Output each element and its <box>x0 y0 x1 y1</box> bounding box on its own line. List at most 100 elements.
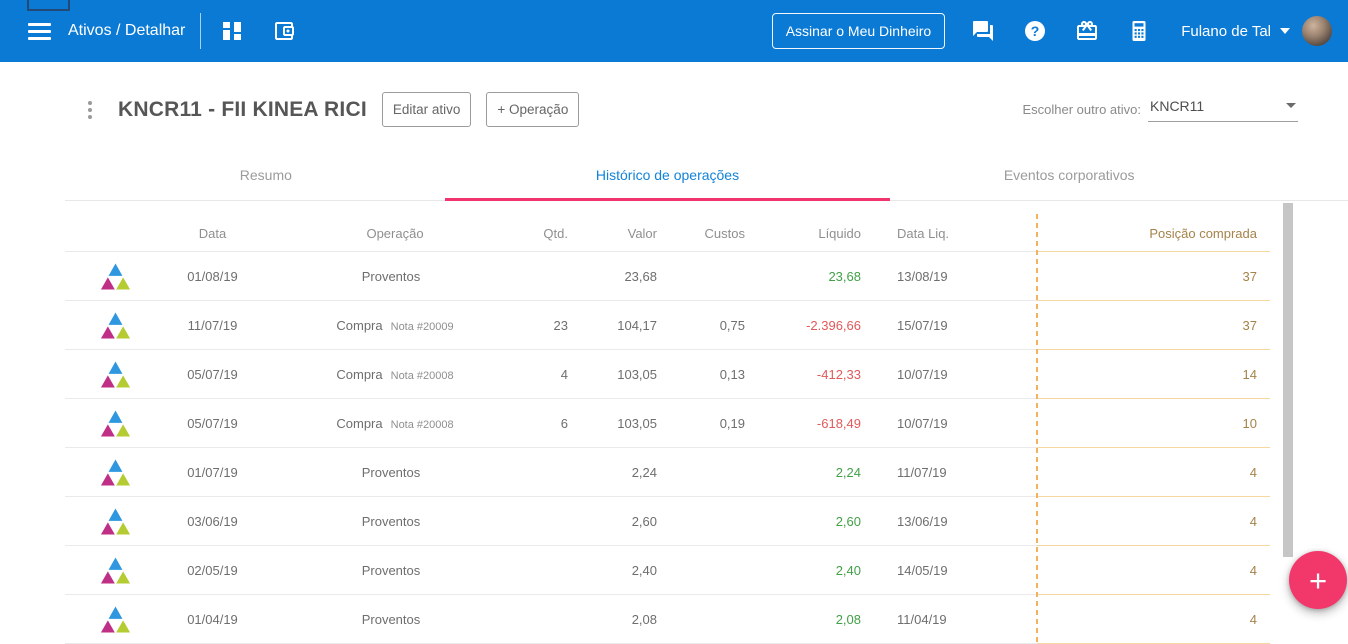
table-row[interactable]: 02/05/19Proventos2,402,4014/05/194 <box>65 546 1270 595</box>
user-menu[interactable]: Fulano de Tal <box>1181 23 1290 40</box>
kebab-menu-icon[interactable] <box>86 99 94 121</box>
cell-operation: Proventos <box>265 612 525 627</box>
main-content: KNCR11 - FII KINEA RICI Editar ativo + O… <box>0 92 1348 644</box>
choose-asset: Escolher outro ativo: KNCR11 <box>1022 98 1298 122</box>
cell-value: 104,17 <box>578 318 667 333</box>
tab-resumo[interactable]: Resumo <box>65 153 467 200</box>
asset-icon <box>65 508 160 535</box>
cell-settle-date: 13/06/19 <box>871 514 1037 529</box>
cell-net: -2.396,66 <box>755 318 871 333</box>
cell-net: 2,24 <box>755 465 871 480</box>
table-row[interactable]: 03/06/19Proventos2,602,6013/06/194 <box>65 497 1270 546</box>
cell-date: 05/07/19 <box>160 367 265 382</box>
cell-date: 02/05/19 <box>160 563 265 578</box>
cell-costs: 0,75 <box>667 318 755 333</box>
edit-asset-button[interactable]: Editar ativo <box>382 92 472 127</box>
topbar: Ativos / Detalhar Assinar o Meu Dinheiro… <box>0 0 1348 62</box>
operations-table: Data Operação Qtd. Valor Custos Líquido … <box>65 214 1270 644</box>
cell-settle-date: 14/05/19 <box>871 563 1037 578</box>
tab-eventos-corporativos[interactable]: Eventos corporativos <box>868 153 1270 200</box>
cell-operation: Proventos <box>265 269 525 284</box>
table-header: Data Operação Qtd. Valor Custos Líquido … <box>65 214 1270 252</box>
cell-qty: 6 <box>525 416 578 431</box>
gift-icon[interactable] <box>1075 19 1099 43</box>
cell-operation: CompraNota #20009 <box>265 318 525 333</box>
cell-net: -412,33 <box>755 367 871 382</box>
cell-position: 4 <box>1037 514 1270 529</box>
cell-position: 37 <box>1037 318 1270 333</box>
cell-settle-date: 13/08/19 <box>871 269 1037 284</box>
active-tab-indicator <box>445 198 891 201</box>
position-column-divider <box>1036 214 1038 644</box>
cell-operation: CompraNota #20008 <box>265 416 525 431</box>
cell-net: 2,40 <box>755 563 871 578</box>
header-qty: Qtd. <box>525 226 578 241</box>
select-caret-icon <box>1286 103 1296 108</box>
cell-operation-note: Nota #20008 <box>391 419 454 431</box>
header-date: Data <box>160 226 265 241</box>
cell-value: 103,05 <box>578 416 667 431</box>
menu-icon[interactable] <box>28 23 51 40</box>
table-row[interactable]: 05/07/19CompraNota #200084103,050,13-412… <box>65 350 1270 399</box>
tab-bar: Resumo Histórico de operações Eventos co… <box>65 153 1348 201</box>
table-row[interactable]: 01/07/19Proventos2,242,2411/07/194 <box>65 448 1270 497</box>
tab-historico-de-operacoes[interactable]: Histórico de operações <box>467 153 869 200</box>
asset-icon <box>65 557 160 584</box>
cell-costs: 0,13 <box>667 367 755 382</box>
header-position: Posição comprada <box>1037 226 1270 241</box>
cell-net: 2,08 <box>755 612 871 627</box>
asset-icon <box>65 312 160 339</box>
choose-asset-label: Escolher outro ativo: <box>1022 102 1141 117</box>
help-icon[interactable]: ? <box>1023 19 1047 43</box>
table-row[interactable]: 01/08/19Proventos23,6823,6813/08/1937 <box>65 252 1270 301</box>
cell-settle-date: 10/07/19 <box>871 416 1037 431</box>
cell-date: 03/06/19 <box>160 514 265 529</box>
asset-select-value: KNCR11 <box>1150 98 1204 114</box>
page-title: KNCR11 - FII KINEA RICI <box>118 98 367 122</box>
cell-operation: CompraNota #20008 <box>265 367 525 382</box>
asset-icon <box>65 459 160 486</box>
calculator-icon[interactable] <box>1127 19 1151 43</box>
wallet-icon[interactable] <box>272 19 296 43</box>
cell-date: 01/07/19 <box>160 465 265 480</box>
header-value: Valor <box>578 226 667 241</box>
cell-value: 2,08 <box>578 612 667 627</box>
table-row[interactable]: 11/07/19CompraNota #2000923104,170,75-2.… <box>65 301 1270 350</box>
avatar[interactable] <box>1302 16 1332 46</box>
cell-position: 4 <box>1037 612 1270 627</box>
cell-qty: 23 <box>525 318 578 333</box>
cell-position: 10 <box>1037 416 1270 431</box>
add-operation-button[interactable]: + Operação <box>486 92 579 127</box>
cell-date: 01/08/19 <box>160 269 265 284</box>
table-row[interactable]: 05/07/19CompraNota #200086103,050,19-618… <box>65 399 1270 448</box>
asset-header: KNCR11 - FII KINEA RICI Editar ativo + O… <box>86 92 1298 127</box>
cell-operation: Proventos <box>265 465 525 480</box>
asset-icon <box>65 263 160 290</box>
window-corner-artifact <box>27 0 70 11</box>
cell-value: 103,05 <box>578 367 667 382</box>
cell-date: 01/04/19 <box>160 612 265 627</box>
svg-text:?: ? <box>1031 23 1040 39</box>
cell-operation: Proventos <box>265 563 525 578</box>
cell-net: 23,68 <box>755 269 871 284</box>
cell-value: 2,40 <box>578 563 667 578</box>
cell-settle-date: 10/07/19 <box>871 367 1037 382</box>
asset-select[interactable]: KNCR11 <box>1148 98 1298 122</box>
chat-icon[interactable] <box>971 19 995 43</box>
table-body: 01/08/19Proventos23,6823,6813/08/193711/… <box>65 252 1270 644</box>
table-row[interactable]: 01/04/19Proventos2,082,0811/04/194 <box>65 595 1270 644</box>
cell-position: 4 <box>1037 465 1270 480</box>
cell-net: 2,60 <box>755 514 871 529</box>
cell-operation-note: Nota #20008 <box>391 370 454 382</box>
subscribe-button[interactable]: Assinar o Meu Dinheiro <box>772 13 946 49</box>
user-name: Fulano de Tal <box>1181 23 1271 40</box>
cell-date: 05/07/19 <box>160 416 265 431</box>
cell-net: -618,49 <box>755 416 871 431</box>
scrollbar[interactable] <box>1283 203 1293 557</box>
cell-position: 4 <box>1037 563 1270 578</box>
add-operation-fab[interactable]: + <box>1289 551 1347 609</box>
topbar-actions: ? <box>945 19 1151 43</box>
asset-icon <box>65 606 160 633</box>
header-operation: Operação <box>265 226 525 241</box>
dashboard-icon[interactable] <box>220 19 244 43</box>
